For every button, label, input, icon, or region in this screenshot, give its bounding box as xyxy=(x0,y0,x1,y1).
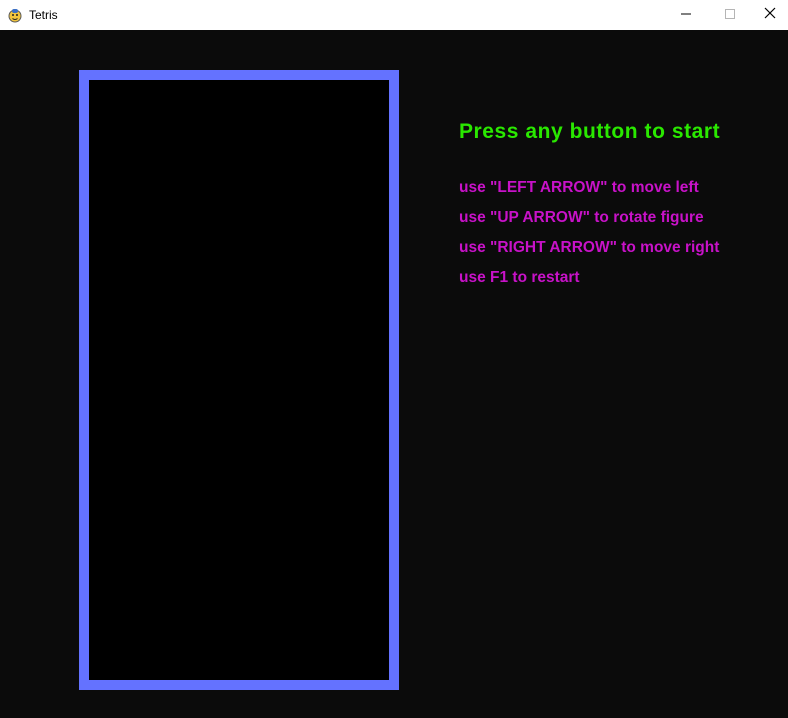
window-title: Tetris xyxy=(29,8,58,22)
instruction-rotate: use "UP ARROW" to rotate figure xyxy=(459,209,704,226)
instruction-move-right: use "RIGHT ARROW" to move right xyxy=(459,239,720,256)
app-window: Tetris Press any button to start use "LE xyxy=(0,0,788,718)
instruction-restart: use F1 to restart xyxy=(459,269,580,286)
instruction-move-left: use "LEFT ARROW" to move left xyxy=(459,179,699,196)
minimize-button[interactable] xyxy=(663,0,709,30)
maximize-button[interactable] xyxy=(707,0,753,30)
close-icon xyxy=(764,6,776,24)
close-button[interactable] xyxy=(752,0,788,30)
game-canvas[interactable]: Press any button to start use "LEFT ARRO… xyxy=(0,30,788,718)
tetris-board xyxy=(79,70,399,690)
minimize-icon xyxy=(681,6,691,24)
instructions-list: use "LEFT ARROW" to move left use "UP AR… xyxy=(459,178,719,298)
title-bar[interactable]: Tetris xyxy=(0,0,788,30)
pygame-snake-icon xyxy=(7,7,23,23)
maximize-icon xyxy=(725,6,735,24)
start-prompt: Press any button to start xyxy=(459,120,721,143)
